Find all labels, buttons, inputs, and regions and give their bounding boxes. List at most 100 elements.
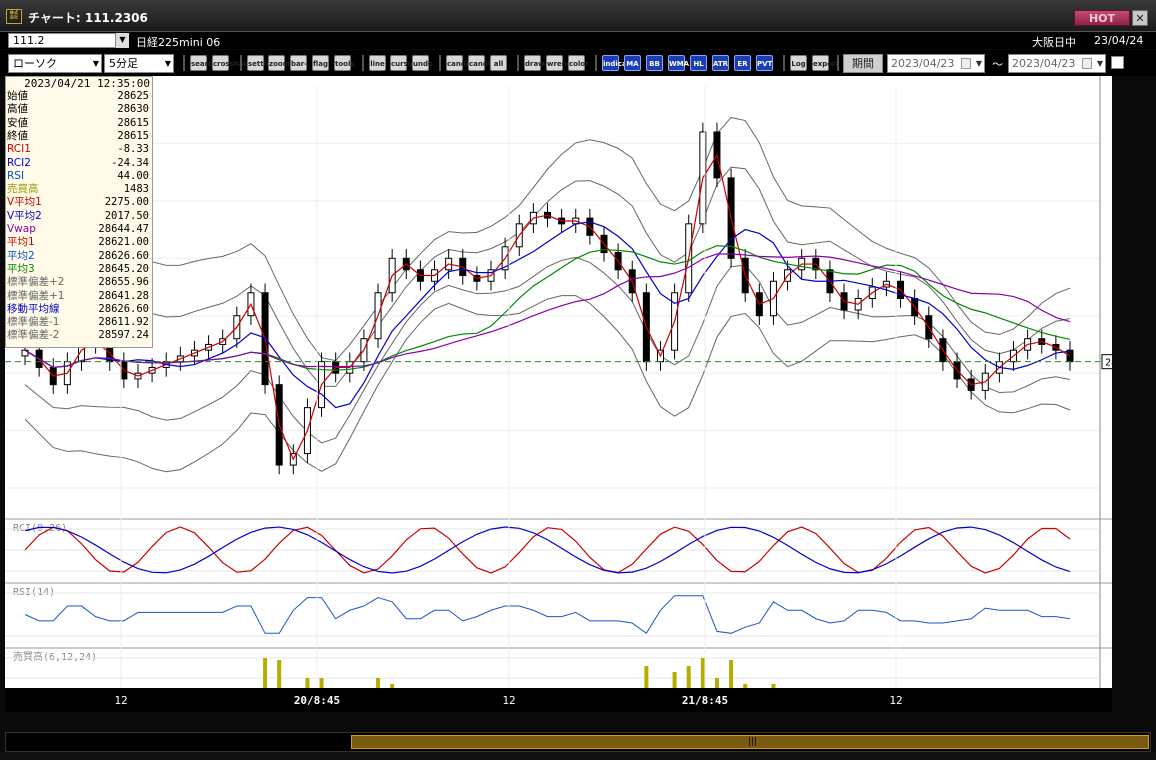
info-value: 28621.00 [98,236,149,249]
end-date-value: 2023/04/23 [1012,57,1076,70]
symbol-bar: 111.2 ▼ 日経225mini 06 大阪日中 23/04/24 [0,32,1156,49]
info-row: 平均3 28645.20 [6,263,152,276]
toolbar-er-button[interactable]: ER [734,55,751,71]
info-row: 高値 28630 [6,103,152,116]
toolbar-color-button[interactable]: color [568,55,589,71]
toolbar-crosshair-button[interactable]: crosshair [212,55,249,71]
info-label: 標準偏差-2 [7,329,60,342]
info-value: 28641.28 [98,289,149,302]
toolbar-wma-button[interactable]: WMA [668,55,689,71]
info-row: V平均2 2017.50 [6,210,152,223]
info-value: 28644.47 [98,223,149,235]
info-value: 2275.00 [104,196,149,209]
x-tick-label: 12 [114,694,127,707]
info-value: 28645.20 [98,262,149,275]
toolbar-draw-1-button[interactable]: draw-1 [524,55,548,84]
ohlc-info-panel: 2023/04/21 12:35:00 始値 28625 高値 28630 安値 2861… [5,76,153,348]
toolbar-search-button[interactable]: search [190,55,217,71]
toolbar-cursor-button[interactable]: cursor [390,55,416,71]
info-value: 28611.92 [98,316,149,329]
end-date-input[interactable]: 2023/04/23 ▼ [1008,54,1106,73]
info-row: V平均1 2275.00 [6,196,152,209]
current-price-label: 28560 [1105,358,1112,369]
toolbar-log-button[interactable]: Log [790,55,807,71]
info-label: 平均1 [7,236,35,249]
chart-type-value: ローソク [13,57,57,70]
info-label: RSI [7,169,25,182]
chevron-down-icon[interactable]: ▼ [115,33,129,48]
info-value: 28615 [117,116,149,129]
symbol-input[interactable]: 111.2 [8,33,128,48]
close-button[interactable]: ✕ [1132,10,1148,26]
info-label: 平均3 [7,262,35,275]
toolbar-flag-button[interactable]: flag [312,55,329,71]
info-row: 標準偏差+1 28641.28 [6,290,152,303]
chart-navigator[interactable]: ||| [5,732,1151,752]
period-button[interactable]: 期間 [843,54,883,73]
info-value: -24.34 [111,156,149,169]
info-label: V平均2 [7,209,42,222]
toolbar-ma-button[interactable]: MA [624,55,641,71]
end-date-checkbox[interactable] [1111,56,1124,69]
info-value: 44.00 [117,169,149,182]
price-chart[interactable]: 2875028700286502860028550285002845028560… [5,76,1112,712]
hot-button[interactable]: HOT [1074,10,1130,26]
start-date-input[interactable]: 2023/04/23 ▼ [887,54,985,73]
toolbar-all-button[interactable]: all [490,55,507,71]
chevron-down-icon: ▼ [164,59,171,68]
toolbar-settings-button[interactable]: settings [247,55,280,71]
toolbar-indicator-grid-button[interactable]: indicator-grid [602,55,641,84]
toolbar-pvt-button[interactable]: PVT [756,55,773,71]
start-date-value: 2023/04/23 [891,57,955,70]
toolbar-atr-button[interactable]: ATR [712,55,729,71]
info-label: 移動平均線 [7,302,60,315]
info-row: 標準偏差-1 28611.92 [6,316,152,329]
interval-select[interactable]: 5分足 ▼ [104,54,174,73]
toolbar-separator [783,55,785,71]
info-label: Vwap [7,223,36,235]
info-value: 28625 [117,90,149,102]
toolbar-bar-chart-button[interactable]: bar-chart [290,55,312,84]
toolbar: ローソク ▼ 5分足 ▼ search crosshair settings zoom ba… [0,50,1156,84]
info-label: 標準偏差+1 [7,289,65,302]
info-row: 移動平均線 28626.60 [6,303,152,316]
info-row: 売買高 1483 [6,183,152,196]
info-label: V平均1 [7,196,42,209]
info-label: 平均2 [7,249,35,262]
toolbar-candle-a-button[interactable]: candle-a [446,55,476,84]
toolbar-separator [362,55,364,71]
toolbar-line-button[interactable]: line [369,55,386,71]
info-value: 1483 [123,183,149,196]
toolbar-separator [595,55,597,71]
chevron-down-icon: ▼ [975,59,982,68]
toolbar-wrench-button[interactable]: wrench [546,55,576,71]
info-row: 標準偏差-2 28597.24 [6,329,152,342]
info-row: Vwap 28644.47 [6,223,152,236]
toolbar-separator [517,55,519,71]
chart-type-select[interactable]: ローソク ▼ [8,54,102,73]
calendar-icon [1082,58,1092,69]
info-label: 標準偏差+2 [7,276,65,289]
toolbar-zoom-button[interactable]: zoom [268,55,290,71]
navigator-grip-icon[interactable]: ||| [748,737,757,747]
toolbar-undo-button[interactable]: undo [412,55,433,71]
info-value: -8.33 [117,143,149,156]
toolbar-candle-b-button[interactable]: candle-b [468,55,498,84]
toolbar-separator [183,55,185,71]
toolbar-hl-button[interactable]: HL [690,55,707,71]
toolbar-export-button[interactable]: export [812,55,839,71]
info-label: 高値 [7,103,28,116]
info-label: 売買高 [7,183,39,196]
toolbar-separator [240,55,242,71]
toolbar-bb-button[interactable]: BB [646,55,663,71]
chart-window: ㍿ チャート: 111.2306 HOT ✕ 111.2 ▼ 日経225mini… [0,0,1156,760]
toolbar-tools-button[interactable]: tools [334,55,355,71]
panel-label: 売買高(6,12,24) [13,650,97,663]
info-label: 標準偏差-1 [7,316,60,329]
app-icon: ㍿ [6,9,22,24]
x-tick-label: 20/8:45 [294,694,340,707]
info-label: 安値 [7,116,28,129]
info-row: 始値 28625 [6,90,152,103]
header-date: 23/04/24 [1094,34,1144,47]
toolbar-separator [837,55,839,71]
